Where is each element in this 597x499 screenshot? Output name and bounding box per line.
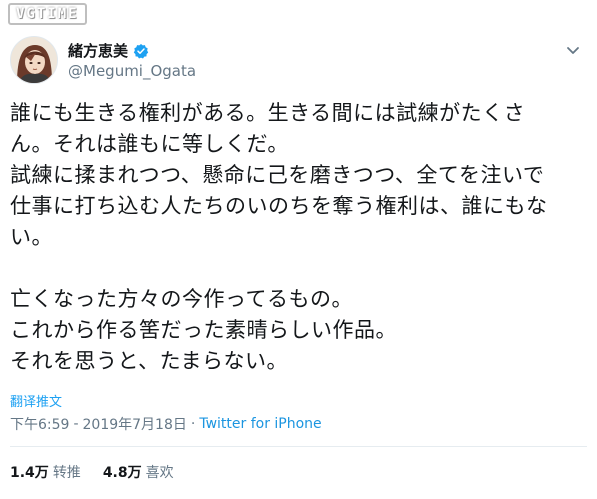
tweet-stats: 1.4万 转推 4.8万 喜欢 <box>10 462 174 482</box>
retweets-label[interactable]: 转推 <box>53 462 81 482</box>
tweet-text: 誰にも生きる権利がある。生きる間には試練がたくさ ん。それは誰もに等しくだ。 試… <box>10 98 590 377</box>
tweet-line: 誰にも生きる権利がある。生きる間には試練がたくさ <box>10 101 526 125</box>
author-name[interactable]: 緒方恵美 <box>68 40 128 61</box>
tweet-line: 仕事に打ち込む人たちのいのちを奪う権利は、誰にもな <box>10 194 548 218</box>
tweet-line: い。 <box>10 225 53 249</box>
meta-separator: · <box>190 416 196 432</box>
author-handle[interactable]: @Megumi_Ogata <box>68 62 196 80</box>
verified-badge-icon <box>133 43 149 59</box>
tweet-line: これから作る筈だった素晴らしい作品。 <box>10 318 397 342</box>
tweet-date[interactable]: 2019年7月18日 <box>83 414 187 434</box>
likes-label[interactable]: 喜欢 <box>146 462 174 482</box>
tweet-source-link[interactable]: Twitter for iPhone <box>199 416 321 432</box>
watermark-text: VGTIME <box>8 3 87 25</box>
chevron-down-icon[interactable] <box>566 42 580 56</box>
tweet-header: 緒方恵美 @Megumi_Ogata <box>10 36 590 90</box>
avatar[interactable] <box>10 36 58 84</box>
translate-tweet-link[interactable]: 翻译推文 <box>10 391 62 410</box>
author-name-row: 緒方恵美 <box>68 40 149 61</box>
tweet-line: ん。それは誰もに等しくだ。 <box>10 132 289 156</box>
likes-count[interactable]: 4.8万 <box>103 462 142 482</box>
tweet-time[interactable]: 下午6:59 <box>10 414 69 434</box>
retweets-count[interactable]: 1.4万 <box>10 462 49 482</box>
tweet-line: 亡くなった方々の今作ってるもの。 <box>10 287 353 311</box>
tweet-line: それを思うと、たまらない。 <box>10 349 289 373</box>
divider <box>10 446 587 447</box>
tweet-line-blank: ​ <box>10 253 590 284</box>
meta-separator: - <box>73 416 79 432</box>
tweet-meta: 下午6:59 - 2019年7月18日 · Twitter for iPhone <box>10 414 322 434</box>
tweet-line: 試練に揉まれつつ、懸命に己を磨きつつ、全てを注いで <box>10 163 545 187</box>
watermark-logo: VGTIME <box>8 3 87 25</box>
avatar-image-icon <box>11 37 57 83</box>
